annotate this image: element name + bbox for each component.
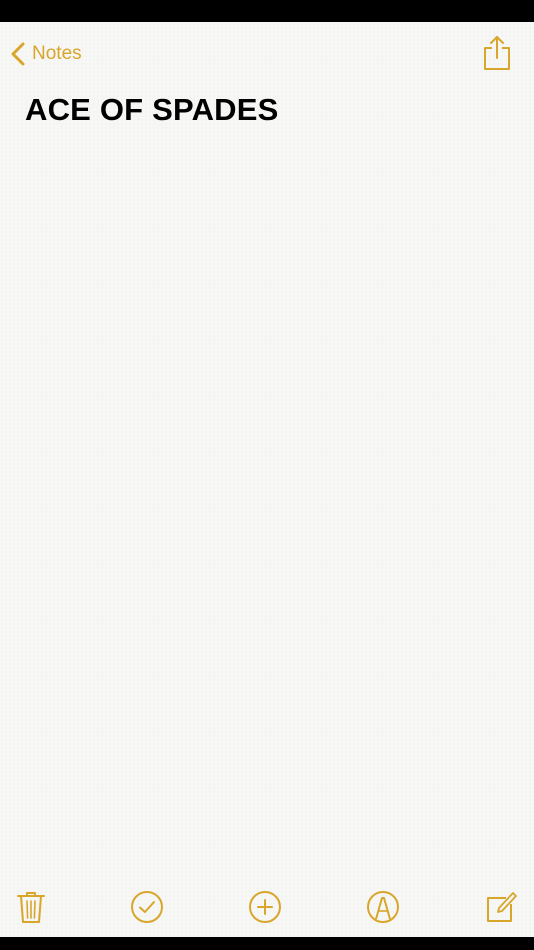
markup-icon <box>366 890 400 924</box>
share-button[interactable] <box>482 34 512 72</box>
back-label: Notes <box>32 43 82 64</box>
trash-button[interactable] <box>14 890 48 924</box>
checklist-button[interactable] <box>130 890 164 924</box>
note-screen: Notes ACE OF SPADES <box>0 22 534 937</box>
add-button[interactable] <box>248 890 282 924</box>
chevron-left-icon <box>8 40 28 68</box>
compose-button[interactable] <box>484 890 518 924</box>
trash-icon <box>16 890 46 924</box>
share-icon <box>482 34 512 72</box>
note-title[interactable]: ACE OF SPADES <box>25 92 279 128</box>
markup-button[interactable] <box>366 890 400 924</box>
checklist-icon <box>130 890 164 924</box>
status-bar <box>0 0 534 22</box>
bottom-bezel <box>0 937 534 950</box>
back-button[interactable]: Notes <box>8 40 82 68</box>
compose-icon <box>484 890 518 924</box>
add-icon <box>248 890 282 924</box>
bottom-toolbar <box>0 882 534 932</box>
